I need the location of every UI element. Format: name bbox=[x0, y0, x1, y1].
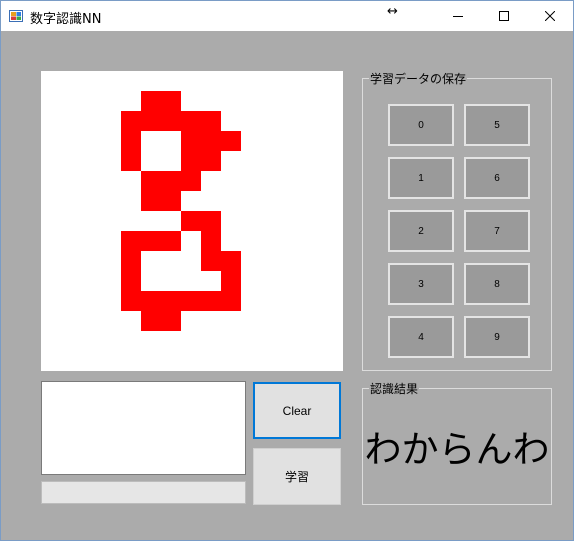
save-digit-0-button[interactable]: 0 bbox=[388, 104, 454, 146]
save-digit-7-button[interactable]: 7 bbox=[464, 210, 530, 252]
maximize-icon bbox=[499, 11, 509, 21]
main-window: 数字認識NN ↔ 学習データの保存 0 5 1 6 2 7 3 8 4 9 認識… bbox=[0, 0, 574, 541]
save-digit-3-button[interactable]: 3 bbox=[388, 263, 454, 305]
minimize-icon bbox=[453, 16, 463, 17]
save-data-group-label: 学習データの保存 bbox=[369, 70, 468, 87]
recognition-result-label: 認識結果 bbox=[369, 380, 420, 397]
app-icon bbox=[9, 10, 23, 22]
save-digit-5-button[interactable]: 5 bbox=[464, 104, 530, 146]
recognition-result-group: 認識結果 わからんわ bbox=[362, 380, 552, 505]
save-digit-1-button[interactable]: 1 bbox=[388, 157, 454, 199]
save-digit-2-button[interactable]: 2 bbox=[388, 210, 454, 252]
window-title: 数字認識NN bbox=[30, 12, 102, 27]
minimize-button[interactable] bbox=[435, 1, 481, 31]
output-text-box[interactable] bbox=[41, 381, 246, 475]
resize-cursor-icon: ↔ bbox=[387, 4, 398, 19]
learning-progress-bar bbox=[41, 481, 246, 504]
maximize-button[interactable] bbox=[481, 1, 527, 31]
drawn-digit bbox=[121, 91, 241, 331]
save-digit-8-button[interactable]: 8 bbox=[464, 263, 530, 305]
save-digit-4-button[interactable]: 4 bbox=[388, 316, 454, 358]
drawing-canvas[interactable] bbox=[41, 71, 343, 371]
learn-button[interactable]: 学習 bbox=[253, 448, 341, 505]
title-bar[interactable]: 数字認識NN ↔ bbox=[1, 1, 573, 31]
save-digit-6-button[interactable]: 6 bbox=[464, 157, 530, 199]
recognition-result-value: わからんわ bbox=[364, 428, 550, 471]
close-button[interactable] bbox=[527, 1, 573, 31]
close-icon bbox=[545, 11, 555, 21]
save-digit-9-button[interactable]: 9 bbox=[464, 316, 530, 358]
clear-button[interactable]: Clear bbox=[253, 382, 341, 439]
